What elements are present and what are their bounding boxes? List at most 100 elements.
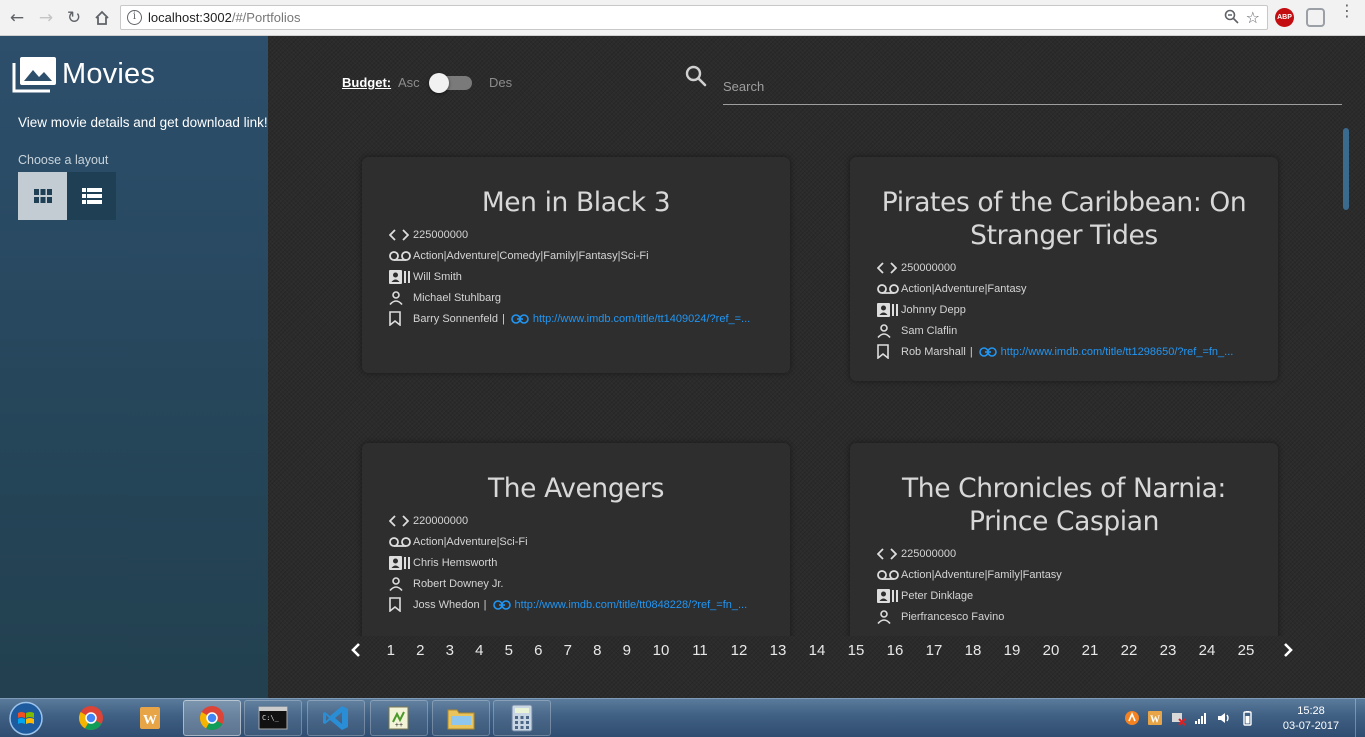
reload-icon[interactable]: ↻ (63, 7, 85, 29)
system-tray: W (1124, 707, 1255, 729)
actor-2-value: Sam Claflin (901, 324, 958, 337)
page-link[interactable]: 12 (720, 642, 759, 659)
page-link[interactable]: 25 (1227, 642, 1266, 659)
extension-icon[interactable] (1306, 8, 1325, 27)
zoom-icon[interactable] (1224, 9, 1239, 28)
page-link[interactable]: 20 (1032, 642, 1071, 659)
genres-value: Action|Adventure|Family|Fantasy (901, 568, 1062, 581)
page-list: 1 2 3 4 5 6 7 8 9 10 11 12 13 14 15 16 17 18 19 20 21 22 23 24 2… (376, 642, 1266, 659)
actor-2-value: Pierfrancesco Favino (901, 610, 1005, 623)
layout-label: Choose a layout (18, 153, 109, 167)
taskbar: W C:\_ ++ W 15:28 03-07-2017 (0, 698, 1365, 737)
brand[interactable]: Movies (12, 54, 155, 94)
code-icon (389, 513, 413, 529)
link-icon (492, 599, 511, 610)
actor-2-value: Michael Stuhlbarg (413, 291, 502, 304)
url-text[interactable]: localhost:3002/#/Portfolios (148, 10, 301, 25)
chrome-active-icon[interactable] (183, 700, 241, 736)
clock[interactable]: 15:28 03-07-2017 (1276, 704, 1346, 734)
contact-card-icon (877, 588, 901, 604)
voicemail-icon (389, 534, 413, 550)
grid-layout-button[interactable] (18, 172, 67, 220)
page-link[interactable]: 15 (837, 642, 876, 659)
budget-value: 220000000 (413, 514, 469, 527)
explorer-icon[interactable] (432, 700, 490, 736)
list-icon (81, 188, 102, 204)
forward-icon[interactable]: → (35, 7, 57, 29)
page-link[interactable]: 18 (954, 642, 993, 659)
chevron-right-icon[interactable] (1278, 640, 1298, 660)
imdb-link[interactable]: http://www.imdb.com/title/tt1298650/?ref… (1001, 346, 1234, 358)
page-link[interactable]: 14 (798, 642, 837, 659)
photo-library-icon (12, 55, 58, 93)
grid-icon (33, 189, 52, 203)
adblock-icon[interactable]: ABP (1275, 8, 1294, 27)
person-icon (389, 290, 413, 306)
start-button[interactable] (6, 700, 46, 737)
svg-text:W: W (1150, 715, 1160, 726)
battery-icon[interactable] (1239, 710, 1255, 726)
page-link[interactable]: 1 (376, 642, 406, 659)
calculator-icon[interactable] (493, 700, 551, 736)
layout-switcher (18, 172, 116, 220)
back-icon[interactable]: ← (6, 7, 28, 29)
page-link[interactable]: 4 (465, 642, 495, 659)
cmd-icon[interactable]: C:\_ (244, 700, 302, 736)
list-layout-button[interactable] (67, 172, 116, 220)
signal-icon[interactable] (1193, 710, 1209, 726)
address-bar[interactable]: i localhost:3002/#/Portfolios ☆ (120, 5, 1268, 30)
vscode-icon[interactable] (307, 700, 365, 736)
avast-icon[interactable] (1124, 710, 1140, 726)
actor-1-value: Johnny Depp (901, 303, 966, 316)
budget-value: 250000000 (901, 261, 957, 274)
director-value: Joss Whedon (413, 598, 480, 611)
actor-1-value: Chris Hemsworth (413, 556, 498, 569)
code-icon (877, 546, 901, 562)
movie-title: The Avengers (487, 473, 665, 504)
genres-value: Action|Adventure|Comedy|Family|Fantasy|S… (413, 249, 649, 262)
page-link[interactable]: 22 (1110, 642, 1149, 659)
imdb-link[interactable]: http://www.imdb.com/title/tt0848228/?ref… (515, 599, 748, 611)
actor-1-value: Will Smith (413, 270, 462, 283)
browser-menu-icon[interactable]: ⋮ (1339, 3, 1355, 19)
chevron-left-icon[interactable] (346, 640, 366, 660)
network-warning-icon[interactable] (1170, 710, 1186, 726)
page-link[interactable]: 13 (759, 642, 798, 659)
volume-icon[interactable] (1216, 710, 1232, 726)
page-link[interactable]: 11 (681, 642, 720, 659)
actor-2-value: Robert Downey Jr. (413, 577, 504, 590)
imdb-link[interactable]: http://www.imdb.com/title/tt1409024/?ref… (533, 313, 750, 325)
page-link[interactable]: 19 (993, 642, 1032, 659)
page-link[interactable]: 7 (553, 642, 583, 659)
bookmark-icon (389, 311, 413, 327)
movie-card: The Chronicles of Narnia: Prince Caspian… (850, 443, 1278, 636)
home-icon[interactable] (91, 7, 113, 29)
main-content: Budget: Asc Des Men in Black 3 225000000… (268, 36, 1365, 698)
app-title: Movies (62, 57, 156, 90)
page-link[interactable]: 5 (494, 642, 524, 659)
page-link[interactable]: 2 (406, 642, 436, 659)
person-icon (389, 576, 413, 592)
page-link[interactable]: 10 (642, 642, 681, 659)
voicemail-icon (389, 248, 413, 264)
page-link[interactable]: 24 (1188, 642, 1227, 659)
word-tray-icon[interactable]: W (1147, 710, 1163, 726)
page-link[interactable]: 8 (583, 642, 613, 659)
link-icon (978, 346, 997, 357)
page-link[interactable]: 21 (1071, 642, 1110, 659)
page-link[interactable]: 3 (435, 642, 465, 659)
info-icon[interactable]: i (127, 10, 142, 25)
chrome-icon[interactable] (62, 700, 120, 736)
page-link[interactable]: 16 (876, 642, 915, 659)
word-icon[interactable]: W (121, 700, 179, 736)
budget-value: 225000000 (413, 228, 469, 241)
page-link[interactable]: 6 (524, 642, 554, 659)
bookmark-star-icon[interactable]: ☆ (1246, 8, 1260, 27)
show-desktop-button[interactable] (1355, 699, 1365, 737)
page-link[interactable]: 17 (915, 642, 954, 659)
notepadpp-icon[interactable]: ++ (370, 700, 428, 736)
tagline: View movie details and get download link… (18, 115, 272, 130)
page-link[interactable]: 23 (1149, 642, 1188, 659)
page-link[interactable]: 9 (612, 642, 642, 659)
movie-title: Pirates of the Caribbean: On Stranger Ti… (881, 187, 1247, 251)
